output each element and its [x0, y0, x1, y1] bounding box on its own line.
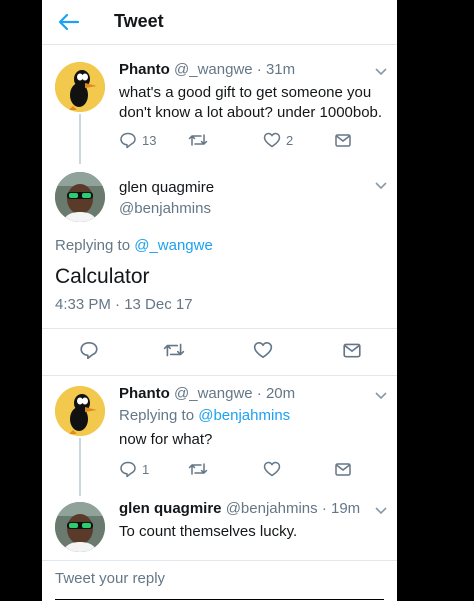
top-bar: Tweet: [42, 0, 397, 45]
avatar[interactable]: [55, 172, 105, 222]
reply-composer[interactable]: Tweet your reply: [42, 560, 397, 601]
back-arrow-icon[interactable]: [58, 11, 80, 33]
person-avatar-icon: [55, 502, 105, 552]
avatar[interactable]: [55, 62, 105, 112]
chevron-down-icon[interactable]: [374, 506, 388, 516]
input-underline: [55, 599, 384, 600]
tweet-screen: Tweet Phanto @_wangwe · 31m what's a goo…: [42, 0, 397, 601]
heart-icon: [253, 341, 273, 359]
retweet-icon: [188, 134, 208, 146]
display-name[interactable]: glen quagmire: [119, 179, 214, 196]
like-button[interactable]: [253, 340, 273, 360]
tweet-timestamp: 4:33 PM · 13 Dec 17: [55, 296, 193, 313]
message-button[interactable]: [334, 460, 352, 478]
chevron-down-icon[interactable]: [374, 181, 388, 191]
like-count: 2: [286, 132, 294, 148]
reply-button[interactable]: 13: [119, 131, 156, 149]
relative-time: 19m: [331, 500, 361, 517]
handle[interactable]: @benjahmins: [226, 500, 318, 517]
handle[interactable]: @_wangwe: [174, 61, 253, 78]
reply-icon: [120, 132, 136, 149]
message-button[interactable]: [342, 340, 362, 360]
handle[interactable]: @benjahmins: [119, 200, 211, 217]
envelope-icon: [335, 463, 351, 476]
person-avatar-icon: [55, 172, 105, 222]
tweet-header: Phanto @_wangwe · 31m: [119, 61, 296, 78]
tweet-text: Calculator: [55, 265, 150, 288]
tweet-text: what's a good gift to get someone you do…: [119, 84, 383, 121]
message-button[interactable]: [334, 131, 352, 149]
retweet-button[interactable]: [163, 340, 185, 360]
retweet-button[interactable]: [188, 131, 208, 149]
display-name[interactable]: Phanto: [119, 385, 170, 402]
replying-to-label: Replying to: [55, 237, 135, 254]
retweet-button[interactable]: [188, 460, 208, 478]
reply-count: 13: [142, 132, 157, 148]
heart-icon: [263, 132, 281, 148]
envelope-icon: [335, 134, 351, 147]
relative-time: 31m: [265, 61, 296, 78]
replying-to-handle[interactable]: @benjahmins: [198, 407, 290, 424]
page-title: Tweet: [114, 11, 164, 31]
replying-to-label: Replying to: [119, 407, 199, 424]
tweet-text: To count themselves lucky.: [119, 523, 298, 540]
divider: [42, 375, 397, 376]
divider: [42, 328, 397, 329]
avatar[interactable]: [55, 502, 105, 552]
retweet-icon: [188, 463, 208, 475]
replying-to: Replying to @_wangwe: [55, 237, 213, 254]
reply-icon: [80, 341, 98, 360]
retweet-icon: [163, 343, 185, 357]
duck-avatar-icon: [55, 386, 105, 436]
chevron-down-icon[interactable]: [374, 67, 388, 77]
replying-to-handle[interactable]: @_wangwe: [134, 237, 213, 254]
heart-icon: [263, 461, 281, 477]
reply-count: 1: [142, 461, 150, 477]
reply-input[interactable]: Tweet your reply: [55, 570, 165, 587]
relative-time: 20m: [265, 385, 296, 402]
tweet-header: Phanto @_wangwe · 20m: [119, 385, 296, 402]
envelope-icon: [343, 343, 361, 358]
reply-button[interactable]: [79, 340, 99, 360]
avatar[interactable]: [55, 386, 105, 436]
tweet-actions: [42, 340, 397, 364]
like-button[interactable]: [263, 460, 281, 478]
handle[interactable]: @_wangwe: [174, 385, 253, 402]
tweet-actions: 1: [42, 460, 397, 484]
tweet-header: glen quagmire @benjahmins · 19m: [119, 500, 361, 517]
like-button[interactable]: 2: [263, 131, 293, 149]
display-name[interactable]: glen quagmire: [119, 500, 222, 517]
display-name[interactable]: Phanto: [119, 61, 170, 78]
reply-icon: [120, 461, 136, 478]
tweet-text: now for what?: [119, 431, 213, 448]
replying-to: Replying to @benjahmins: [119, 407, 290, 424]
duck-avatar-icon: [55, 62, 105, 112]
tweet-actions: 13 2: [42, 131, 397, 155]
chevron-down-icon[interactable]: [374, 391, 388, 401]
reply-button[interactable]: 1: [119, 460, 149, 478]
